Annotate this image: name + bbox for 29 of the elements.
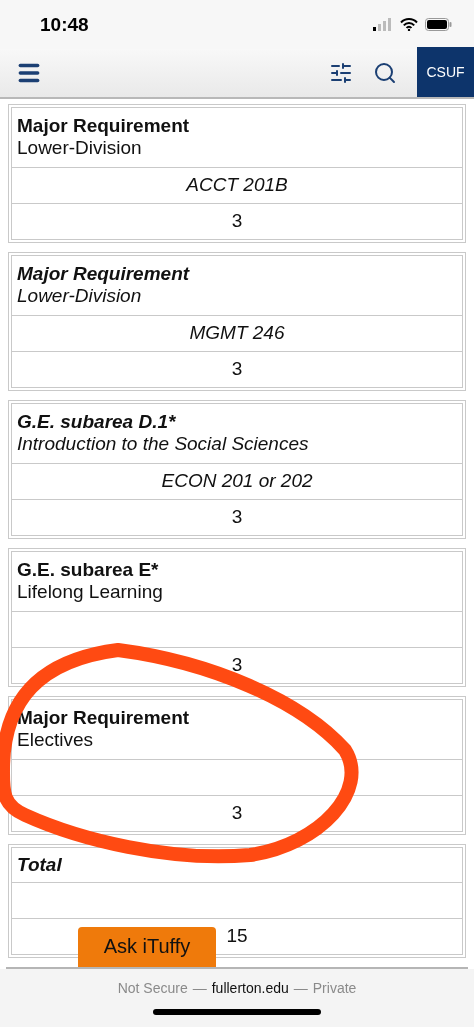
requirement-title: G.E. subarea D.1* (17, 411, 176, 434)
address-text: Private (312, 979, 357, 996)
address-text: — (192, 979, 207, 996)
battery-icon (425, 18, 452, 32)
units-cell: 3 (11, 202, 463, 240)
requirement-subtitle: Introduction to the Social Sciences (17, 433, 309, 456)
units-cell: 3 (11, 794, 463, 832)
requirement-subtitle: Electives (17, 729, 94, 752)
address-text: fullerton.edu (211, 979, 289, 996)
requirement-subtitle: Lower-Division (17, 137, 142, 160)
requirement-title: Total (17, 853, 62, 876)
requirement-title: Major Requirement (17, 115, 190, 138)
requirement-title: Major Requirement (17, 263, 190, 286)
signal-icon (373, 18, 393, 32)
units-cell: 3 (11, 498, 463, 536)
requirement-title: G.E. subarea E* (17, 559, 159, 582)
course-cell: ACCT 201B (11, 166, 463, 204)
address-text: — (293, 979, 308, 996)
units-cell: 3 (11, 350, 463, 388)
units-cell: 3 (11, 646, 463, 684)
brand-logo[interactable]: CSUF (417, 47, 474, 97)
course-cell: ECON 201 or 202 (11, 462, 463, 500)
requirement-subtitle: Lifelong Learning (17, 581, 163, 604)
status-time: 10:48 (40, 13, 89, 36)
requirement-subtitle: Lower-Division (17, 285, 142, 308)
course-cell: MGMT 246 (11, 314, 463, 352)
wifi-icon (400, 18, 418, 32)
address-text: Not Secure (117, 979, 188, 996)
ask-button[interactable]: Ask iTuffy (78, 926, 216, 967)
